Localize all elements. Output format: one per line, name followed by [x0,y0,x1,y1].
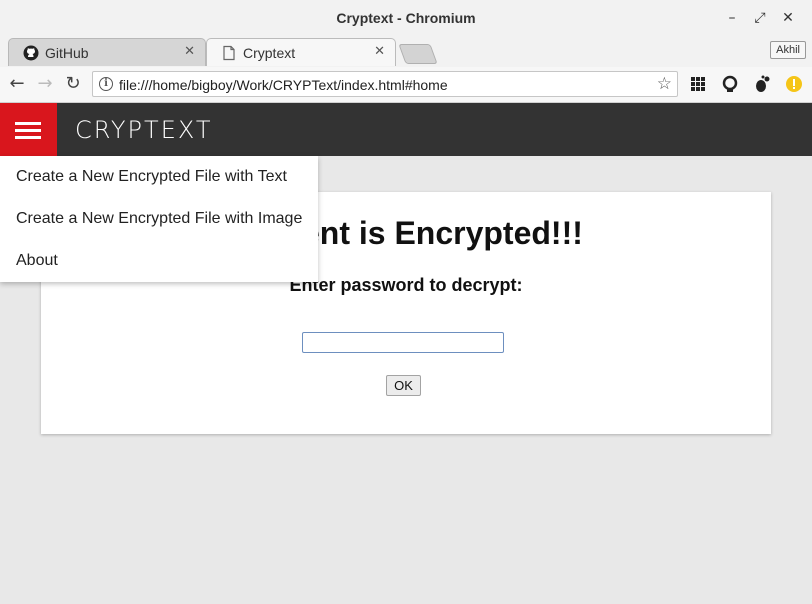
ok-button[interactable]: OK [386,375,421,396]
warning-extension-icon[interactable] [784,74,804,94]
address-bar[interactable]: i file:///home/bigboy/Work/CRYPText/inde… [92,71,678,97]
menu-item-new-image-file[interactable]: Create a New Encrypted File with Image [16,210,302,228]
menu-item-about[interactable]: About [16,252,58,270]
back-arrow-icon[interactable]: ← [6,73,28,95]
browser-toolbar: ← → ↻ i file:///home/bigboy/Work/CRYPTex… [0,67,812,103]
new-tab-button[interactable] [398,44,438,64]
app-logo[interactable]: CRYPTEXT [75,116,213,144]
tab-cryptext[interactable]: Cryptext ✕ [206,38,396,66]
tab-strip: GitHub ✕ Cryptext ✕ Akhil [0,37,812,67]
menu-bar-icon [15,122,41,125]
tab-github[interactable]: GitHub ✕ [8,38,206,66]
profile-button[interactable]: Akhil [770,41,806,59]
apps-grid-icon[interactable] [688,74,708,94]
menu-bar-icon [15,129,41,132]
info-icon[interactable]: i [99,77,113,91]
nav-dropdown-menu: Create a New Encrypted File with Text Cr… [0,156,318,282]
menu-item-new-text-file[interactable]: Create a New Encrypted File with Text [16,168,287,186]
close-window-icon[interactable]: ✕ [778,8,798,28]
app-header: CRYPTEXT [0,103,812,156]
reload-icon[interactable]: ↻ [62,73,84,95]
tab-label: Cryptext [243,45,296,61]
close-tab-icon[interactable]: ✕ [184,44,195,59]
menu-bar-icon [15,136,41,139]
url-text[interactable]: file:///home/bigboy/Work/CRYPText/index.… [119,77,448,93]
github-extension-icon[interactable] [720,74,740,94]
window-title: Cryptext - Chromium [336,10,476,26]
github-icon [23,45,39,61]
page-icon [223,45,235,61]
tab-label: GitHub [45,45,89,61]
hamburger-menu-button[interactable] [0,103,57,156]
password-input[interactable] [302,332,504,353]
maximize-icon[interactable]: ⤢ [750,8,770,28]
gnome-extension-icon[interactable] [752,74,772,94]
window-titlebar: Cryptext - Chromium – ⤢ ✕ [0,0,812,38]
forward-arrow-icon[interactable]: → [34,73,56,95]
bookmark-star-icon[interactable]: ☆ [657,74,672,94]
minimize-icon[interactable]: – [722,8,742,28]
close-tab-icon[interactable]: ✕ [374,44,385,59]
